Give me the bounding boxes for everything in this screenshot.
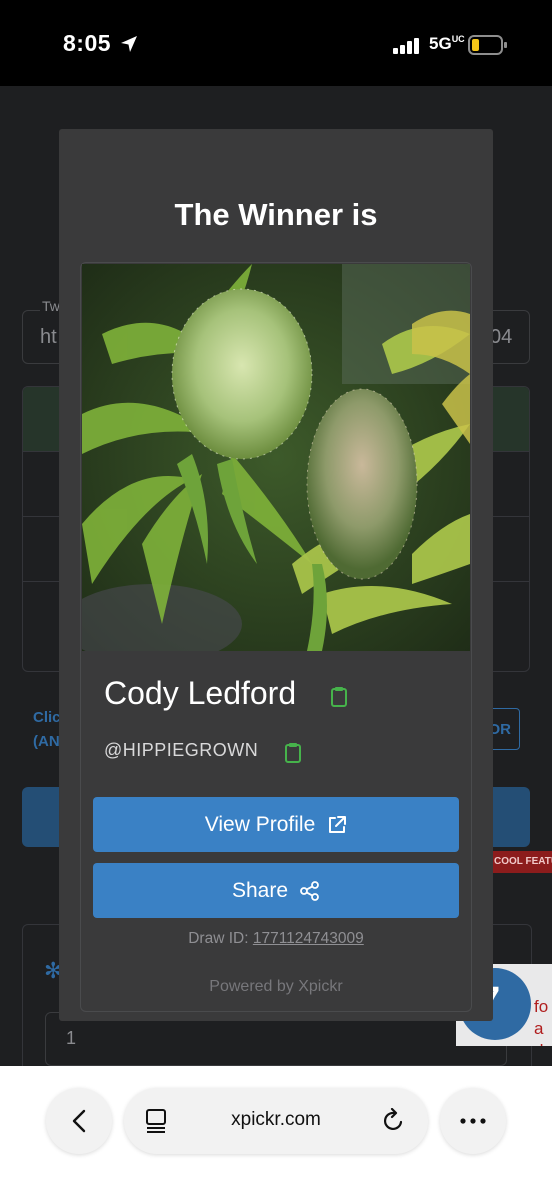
network-label: 5G bbox=[429, 34, 452, 53]
network-suffix: UC bbox=[451, 34, 465, 44]
winner-photo bbox=[82, 264, 470, 651]
status-time: 8:05 bbox=[63, 30, 112, 56]
network-indicator: 5GUC bbox=[429, 34, 465, 54]
signal-icon bbox=[393, 38, 419, 54]
share-label: Share bbox=[231, 878, 289, 902]
background-field-value: ht bbox=[40, 326, 57, 348]
back-button[interactable] bbox=[46, 1088, 112, 1154]
view-profile-button[interactable]: View Profile bbox=[93, 797, 459, 852]
draw-id-link[interactable]: 1771124743009 bbox=[253, 930, 364, 947]
draw-id: Draw ID: 1771124743009 bbox=[0, 930, 552, 948]
background-click-line2: (AN bbox=[33, 733, 60, 750]
background-click-line1: Clic bbox=[33, 709, 61, 726]
share-icon bbox=[300, 880, 319, 901]
more-icon bbox=[460, 1118, 486, 1124]
draw-id-label: Draw ID: bbox=[188, 930, 249, 947]
modal-title: The Winner is bbox=[174, 197, 378, 232]
cool-feature-badge: COOL FEATU bbox=[488, 851, 552, 873]
address-bar[interactable]: xpickr.com bbox=[124, 1088, 428, 1154]
location-arrow-icon bbox=[121, 36, 137, 52]
copy-name-icon[interactable] bbox=[330, 686, 348, 708]
copy-handle-icon[interactable] bbox=[284, 742, 302, 764]
background-click-text[interactable]: Clic (AN bbox=[33, 706, 61, 754]
background-field-end: 04 bbox=[490, 326, 513, 348]
powered-by: Powered by Xpickr bbox=[209, 978, 343, 995]
promo-text-line1: fo bbox=[534, 997, 549, 1016]
back-chevron-icon bbox=[72, 1109, 86, 1133]
winner-handle: @HIPPIEGROWN bbox=[104, 740, 259, 760]
promo-text-line2: a do bbox=[534, 1019, 552, 1046]
more-button[interactable] bbox=[440, 1088, 506, 1154]
share-button[interactable]: Share bbox=[93, 863, 459, 918]
winner-name: Cody Ledford bbox=[104, 675, 297, 711]
status-bar: 8:05 5GUC bbox=[0, 0, 552, 86]
external-link-icon bbox=[329, 815, 347, 833]
battery-low-icon bbox=[468, 35, 507, 55]
plant-image bbox=[82, 264, 470, 651]
view-profile-label: View Profile bbox=[204, 812, 316, 836]
background-input-value: 1 bbox=[66, 1028, 77, 1048]
reload-icon[interactable] bbox=[382, 1108, 406, 1134]
